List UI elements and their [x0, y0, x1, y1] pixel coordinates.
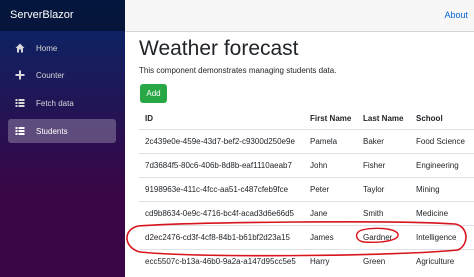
cell-id: 9198963e-411c-4fcc-aa51-c487cfeb9fce [139, 177, 304, 202]
cell-school: Engineering [410, 153, 474, 178]
cell-school: Food Science [410, 129, 474, 154]
cell-last-name: Smith [357, 201, 410, 226]
cell-first-name: Pamela [304, 129, 357, 154]
cell-school: Medicine [410, 201, 474, 226]
column-header-id: ID [139, 107, 304, 130]
about-link[interactable]: About [444, 10, 468, 20]
table-row: ecc5507c-b13a-46b0-9a2a-a147d95cc5e5 Har… [139, 249, 474, 273]
cell-school: Intelligence [410, 225, 474, 250]
nav-item-label: Counter [36, 70, 65, 80]
nav-item-students[interactable]: Students [8, 119, 116, 143]
cell-last-name: Taylor [357, 177, 410, 202]
nav-item-home[interactable]: Home [8, 36, 116, 60]
nav-item-label: Students [36, 126, 68, 136]
nav-item-fetch-data[interactable]: Fetch data [8, 91, 116, 115]
cell-school: Agriculture [410, 249, 474, 273]
students-table: ID First Name Last Name School 2c439e0e-… [139, 107, 474, 273]
cell-first-name: Harry [304, 249, 357, 273]
nav-item-label: Home [36, 43, 58, 53]
cell-last-name: Baker [357, 129, 410, 154]
top-row: About [125, 0, 474, 32]
cell-id: 7d3684f5-80c6-406b-8d8b-eaf1110aeab7 [139, 153, 304, 178]
cell-id: cd9b8634-0e9c-4716-bc4f-acad3d6e66d5 [139, 201, 304, 226]
table-header-row: ID First Name Last Name School [139, 107, 474, 130]
cell-last-name: Fisher [357, 153, 410, 178]
nav-item-counter[interactable]: Counter [8, 63, 116, 87]
home-icon [14, 42, 26, 54]
cell-id: ecc5507c-b13a-46b0-9a2a-a147d95cc5e5 [139, 249, 304, 273]
column-header-school: School [410, 107, 474, 130]
column-header-first-name: First Name [304, 107, 357, 130]
cell-last-name: Gardner [357, 225, 410, 250]
page-title: Weather forecast [139, 37, 299, 60]
cell-id: d2ec2476-cd3f-4cf8-84b1-b61bf2d23a15 [139, 225, 304, 250]
cell-id: 2c439e0e-459e-43d7-bef2-c9300d250e9e [139, 129, 304, 154]
table-row: cd9b8634-0e9c-4716-bc4f-acad3d6e66d5 Jan… [139, 201, 474, 226]
cell-last-name: Green [357, 249, 410, 273]
table-row-highlighted: d2ec2476-cd3f-4cf8-84b1-b61bf2d23a15 Jam… [139, 225, 474, 250]
table-row: 2c439e0e-459e-43d7-bef2-c9300d250e9e Pam… [139, 129, 474, 154]
list-icon [14, 97, 26, 109]
nav-item-label: Fetch data [36, 98, 74, 108]
cell-first-name: Jane [304, 201, 357, 226]
cell-school: Mining [410, 177, 474, 202]
table-row: 9198963e-411c-4fcc-aa51-c487cfeb9fce Pet… [139, 177, 474, 202]
list-icon [14, 125, 26, 137]
cell-first-name: James [304, 225, 357, 250]
brand-title[interactable]: ServerBlazor [0, 0, 125, 31]
cell-first-name: Peter [304, 177, 357, 202]
add-button[interactable]: Add [140, 84, 167, 103]
cell-first-name: John [304, 153, 357, 178]
column-header-last-name: Last Name [357, 107, 410, 130]
page-description: This component demonstrates managing stu… [139, 66, 337, 75]
table-row: 7d3684f5-80c6-406b-8d8b-eaf1110aeab7 Joh… [139, 153, 474, 178]
sidebar: ServerBlazor Home Counter Fetch data Stu… [0, 0, 125, 277]
plus-icon [14, 69, 26, 81]
